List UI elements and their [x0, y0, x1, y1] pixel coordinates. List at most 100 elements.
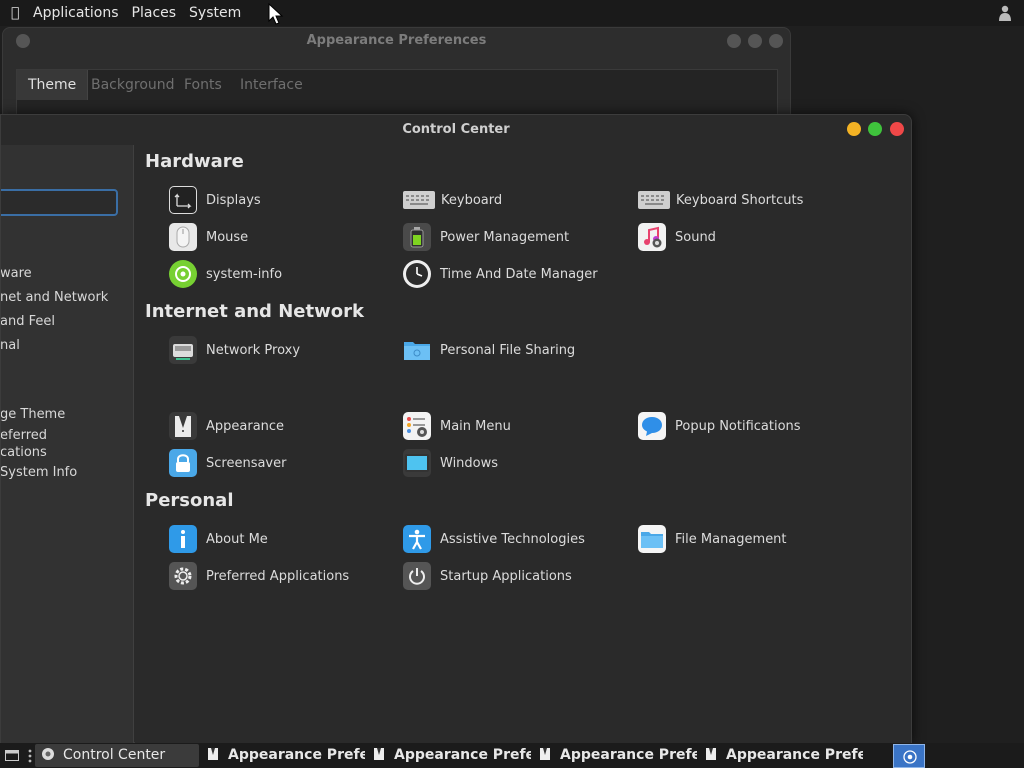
sidebar: ware net and Network and Feel nal ge The…: [1, 145, 134, 743]
item-label: Displays: [206, 192, 261, 208]
item-assistive-technologies[interactable]: Assistive Technologies: [403, 524, 585, 554]
close-button[interactable]: [769, 34, 783, 48]
item-label: Startup Applications: [440, 568, 572, 584]
tuxedo-icon: [540, 748, 550, 760]
item-label: system-info: [206, 266, 283, 282]
task-preferred-applications-line1[interactable]: eferred: [1, 428, 47, 443]
user-icon[interactable]: [998, 5, 1012, 21]
item-network-proxy[interactable]: Network Proxy: [169, 335, 300, 365]
item-label: Network Proxy: [206, 342, 301, 358]
tuxedo-icon: [374, 748, 384, 760]
tab-background[interactable]: Background: [91, 70, 175, 100]
menu-list-icon: [403, 412, 431, 440]
item-label: About Me: [206, 531, 268, 547]
item-label: Keyboard Shortcuts: [676, 192, 804, 208]
sidebar-item-internet-and-network[interactable]: net and Network: [1, 290, 108, 305]
item-label: Sound: [675, 229, 716, 245]
top-panel:  Applications Places System: [0, 0, 1024, 26]
system-info-icon: [169, 260, 197, 288]
item-preferred-applications[interactable]: Preferred Applications: [169, 561, 349, 591]
item-label: Popup Notifications: [675, 418, 801, 434]
close-button[interactable]: [890, 122, 904, 136]
item-label: Personal File Sharing: [440, 342, 576, 358]
taskbar-item-control-center[interactable]: Control Center: [35, 744, 199, 767]
item-keyboard-shortcuts[interactable]: Keyboard Shortcuts: [638, 185, 803, 215]
workspace-switcher[interactable]: [893, 744, 925, 768]
sidebar-item-personal[interactable]: nal: [1, 338, 20, 353]
menu-places[interactable]: Places: [132, 5, 177, 21]
folder-icon: [403, 336, 431, 364]
clock-icon: [403, 260, 431, 288]
tab-theme[interactable]: Theme: [17, 70, 89, 100]
taskbar-item-appearance-1[interactable]: Appearance Prefere...: [200, 744, 365, 767]
taskbar-item-appearance-2[interactable]: Appearance Prefere...: [366, 744, 531, 767]
item-label: Windows: [440, 455, 499, 471]
tuxedo-icon: [169, 412, 197, 440]
item-popup-notifications[interactable]: Popup Notifications: [638, 411, 801, 441]
keyboard-icon: [403, 191, 435, 209]
search-input[interactable]: [1, 189, 118, 216]
appearance-preferences-window[interactable]: Appearance Preferences Theme Background …: [2, 27, 791, 127]
task-change-theme[interactable]: ge Theme: [1, 407, 65, 422]
item-about-me[interactable]: About Me: [169, 524, 268, 554]
network-proxy-icon: [169, 336, 197, 364]
item-power-management[interactable]: Power Management: [403, 222, 569, 252]
taskbar-item-appearance-4[interactable]: Appearance Prefere...: [698, 744, 863, 767]
window-title: Control Center: [402, 122, 510, 137]
item-time-and-date-manager[interactable]: Time And Date Manager: [403, 259, 598, 289]
maximize-button[interactable]: [868, 122, 882, 136]
control-center-icon: [42, 748, 54, 760]
drag-handle-icon[interactable]: [28, 748, 32, 764]
sidebar-item-hardware[interactable]: ware: [1, 266, 32, 281]
item-file-management[interactable]: File Management: [638, 524, 787, 554]
item-startup-applications[interactable]: Startup Applications: [403, 561, 572, 591]
item-sound[interactable]: Sound: [638, 222, 716, 252]
item-displays[interactable]: Displays: [169, 185, 261, 215]
item-system-info[interactable]: system-info: [169, 259, 282, 289]
tab-fonts[interactable]: Fonts: [184, 70, 222, 100]
item-personal-file-sharing[interactable]: Personal File Sharing: [403, 335, 575, 365]
menu-system[interactable]: System: [189, 5, 241, 21]
item-label: Mouse: [206, 229, 249, 245]
control-center-window[interactable]: Control Center ware net and Network and …: [0, 114, 912, 743]
item-appearance[interactable]: Appearance: [169, 411, 284, 441]
mouse-cursor-icon: [268, 3, 284, 25]
minimize-button[interactable]: [847, 122, 861, 136]
item-main-menu[interactable]: Main Menu: [403, 411, 511, 441]
item-label: File Management: [675, 531, 787, 547]
show-desktop-icon[interactable]: [5, 750, 19, 761]
content-area: Hardware Displays Keyboard Keyboard Shor…: [135, 145, 911, 743]
taskbar: Control Center Appearance Prefere... App…: [0, 743, 1024, 768]
item-label: Preferred Applications: [206, 568, 350, 584]
menu-applications[interactable]: Applications: [33, 5, 119, 21]
maximize-button[interactable]: [748, 34, 762, 48]
apple-icon[interactable]: : [11, 5, 27, 21]
item-keyboard[interactable]: Keyboard: [403, 185, 502, 215]
section-title-personal: Personal: [145, 490, 234, 511]
item-label: Appearance: [206, 418, 285, 434]
music-note-icon: [638, 223, 666, 251]
task-system-info[interactable]: System Info: [1, 465, 77, 480]
folder-icon: [638, 525, 666, 553]
control-center-icon: [903, 750, 917, 764]
window-icon: [403, 449, 431, 477]
minimize-button[interactable]: [727, 34, 741, 48]
item-mouse[interactable]: Mouse: [169, 222, 248, 252]
taskbar-item-appearance-3[interactable]: Appearance Prefere...: [532, 744, 697, 767]
section-title-internet-and-network: Internet and Network: [145, 301, 364, 322]
battery-icon: [403, 223, 431, 251]
item-windows[interactable]: Windows: [403, 448, 498, 478]
tuxedo-icon: [208, 748, 218, 760]
item-label: Time And Date Manager: [440, 266, 598, 282]
item-label: Main Menu: [440, 418, 511, 434]
item-label: Assistive Technologies: [440, 531, 585, 547]
sidebar-item-look-and-feel[interactable]: and Feel: [1, 314, 55, 329]
gear-icon: [169, 562, 197, 590]
power-icon: [403, 562, 431, 590]
item-screensaver[interactable]: Screensaver: [169, 448, 286, 478]
chat-bubble-icon: [638, 412, 666, 440]
task-preferred-applications-line2[interactable]: cations: [1, 445, 47, 460]
tuxedo-icon: [706, 748, 716, 760]
tab-interface[interactable]: Interface: [240, 70, 303, 100]
item-label: Screensaver: [206, 455, 287, 471]
